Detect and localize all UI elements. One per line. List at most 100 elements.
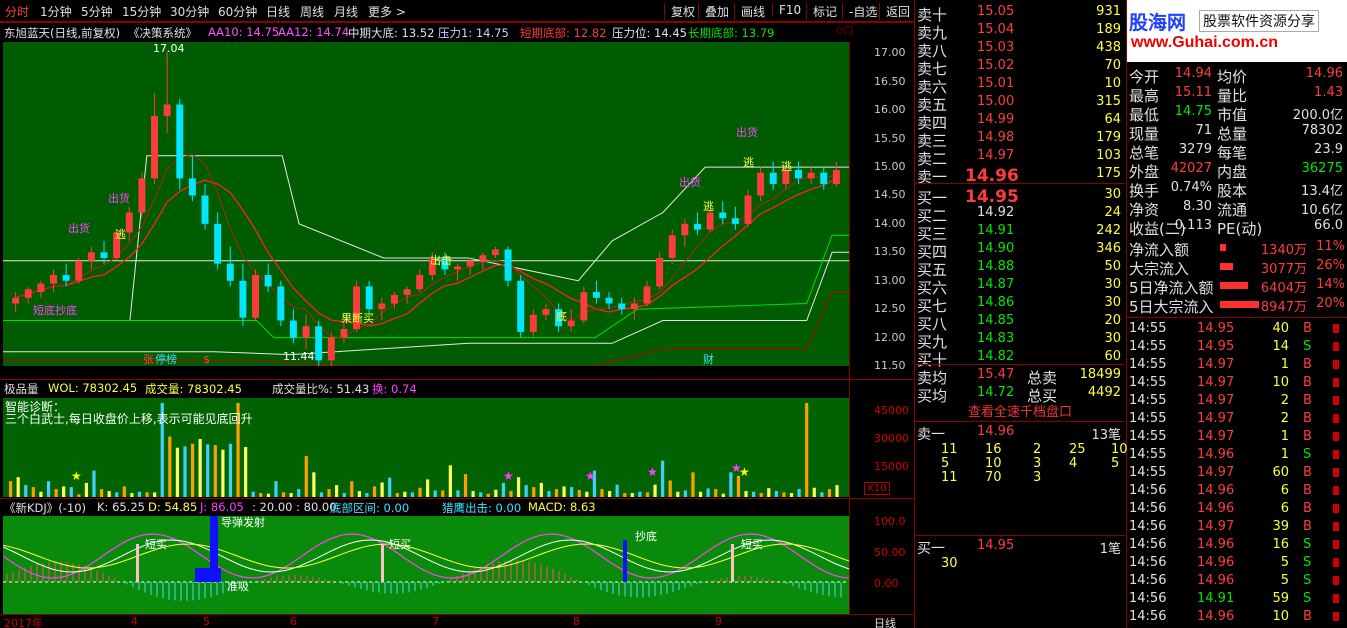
buy1-queue-row[interactable]: 30 (915, 555, 1125, 573)
draw-button[interactable]: 画线 (734, 3, 765, 20)
tab-daily[interactable]: 日线 (266, 3, 290, 20)
buy-level[interactable]: 买六 14.87 30 (915, 276, 1125, 297)
mark-button[interactable]: 标记 (806, 3, 837, 20)
volume-bar (304, 456, 308, 497)
back-button[interactable]: 返回 (879, 3, 910, 20)
sell-level[interactable]: 卖四 14.99 64 (915, 111, 1125, 132)
buy-level[interactable]: 买四 14.90 346 (915, 240, 1125, 261)
tick-row: 14:56 14.96 10 B (1127, 607, 1347, 626)
tab-5min[interactable]: 5分钟 (81, 3, 113, 20)
kdj-line (3, 533, 849, 579)
volume-bar (92, 470, 96, 497)
tick-row: 14:55 14.97 60 B (1127, 463, 1347, 482)
system-name: 《决策系统》 (128, 26, 197, 40)
volume-bar (805, 403, 809, 497)
buy-signal-bar (136, 544, 139, 582)
f10-button[interactable]: F10 (772, 3, 801, 17)
avg-sell-row[interactable]: 卖均 15.47 总卖 18499 (915, 366, 1125, 387)
overlay-button[interactable]: 叠加 (698, 3, 729, 20)
tab-more[interactable]: 更多 > (368, 3, 406, 20)
signal-bar (210, 516, 218, 576)
candlestick-chart[interactable]: 17.0411.44出货出货出货出货逃逃逃 逃出击底果断买短底抄底张 停榜 $ 财 (3, 42, 849, 366)
volume-bar (547, 491, 551, 497)
candle-body (188, 178, 196, 196)
buy1-queue-header[interactable]: 买一 14.95 1笔 (915, 537, 1125, 557)
volume-bar (820, 492, 824, 497)
volume-bar (668, 480, 672, 497)
tab-15min[interactable]: 15分钟 (122, 3, 161, 20)
collapse-icon[interactable]: ◇□ (836, 25, 853, 36)
sell-level[interactable]: 卖二 14.97 103 (915, 147, 1125, 168)
buy-level[interactable]: 买五 14.88 50 (915, 258, 1125, 279)
vol-tick-45000: 45000 (874, 404, 909, 417)
kdj-annotation: 抄底 (635, 529, 657, 543)
avg-buy-row[interactable]: 买均 14.72 总买 4492 (915, 384, 1125, 405)
level-volume: 50 (1104, 259, 1121, 274)
watchlist-button[interactable]: -自选 (842, 3, 877, 20)
volume-bar (183, 446, 187, 497)
sell1-queue-row[interactable]: 11 70 3 (915, 469, 1125, 487)
sell-level[interactable]: 卖一 14.96 175 (915, 165, 1125, 186)
kdj-annotation: 短买 (741, 537, 763, 551)
stock-title: 东旭蓝天(日线,前复权) (4, 26, 121, 40)
tab-30min[interactable]: 30分钟 (170, 3, 209, 20)
buy-level[interactable]: 买二 14.92 24 (915, 204, 1125, 225)
buy-level[interactable]: 买三 14.91 242 (915, 222, 1125, 243)
signal-bar (623, 540, 627, 582)
sell-level[interactable]: 卖七 15.02 70 (915, 57, 1125, 78)
volume-star-icon: ★ (71, 469, 82, 483)
tab-weekly[interactable]: 周线 (300, 3, 324, 20)
candle-body (706, 212, 714, 230)
quote-row: 换手 0.74% 股本 13.4亿 (1129, 180, 1343, 200)
candle-body (731, 218, 739, 224)
kdj-header: 《新KDJ》(-10) K: 65.25 D: 54.85 J: 86.05 :… (0, 499, 862, 516)
chart-annotation: 出货 (679, 175, 701, 189)
period-label[interactable]: 日线 (874, 615, 896, 628)
volume-bar (782, 492, 786, 497)
kdj-annotation: 准吸 (227, 580, 249, 593)
candle-body (365, 286, 373, 310)
sell1-queue-header[interactable]: 卖一 14.96 13笔 (915, 423, 1125, 443)
quote-row: 最低 14.75 市值 200.0亿 (1129, 104, 1343, 124)
sell-level[interactable]: 卖九 15.04 189 (915, 21, 1125, 42)
diagnosis-text: 三个白武士,每日收盘价上移,表示可能见底回升 (5, 412, 253, 426)
tab-fenshi[interactable]: 分时 (5, 3, 29, 20)
volume-bar (661, 460, 665, 497)
volume-bar (266, 493, 270, 497)
tab-1min[interactable]: 1分钟 (40, 3, 72, 20)
volume-bar (418, 487, 422, 497)
sell-level[interactable]: 卖八 15.03 438 (915, 39, 1125, 60)
chart-annotation: 出货 (736, 125, 758, 139)
buy-level[interactable]: 买八 14.85 20 (915, 312, 1125, 333)
volume-bar (706, 488, 710, 497)
volume-bar (645, 492, 650, 497)
volume-bar (433, 490, 437, 497)
sell-level[interactable]: 卖五 15.00 315 (915, 93, 1125, 114)
candle-body (315, 326, 323, 361)
tab-60min[interactable]: 60分钟 (218, 3, 257, 20)
buy-level[interactable]: 买一 14.95 30 (915, 186, 1125, 207)
buy-level[interactable]: 买七 14.86 30 (915, 294, 1125, 315)
sell-level[interactable]: 卖六 15.01 10 (915, 75, 1125, 96)
sell-level[interactable]: 卖三 14.98 179 (915, 129, 1125, 150)
volume-bar (835, 485, 839, 497)
volume-bar (24, 485, 28, 497)
volume-bar (812, 487, 816, 497)
kdj-chart[interactable]: 导弹发射短买 短买 抄底短买准吸 (3, 516, 849, 614)
bottom-zone-value: 底部区间: 0.00 (330, 501, 410, 515)
volume-bar (99, 489, 104, 497)
full-depth-button[interactable]: 查看全速千档盘口 (915, 401, 1125, 421)
sell-level[interactable]: 卖十 15.05 931 (915, 3, 1125, 24)
tab-monthly[interactable]: 月线 (334, 3, 358, 20)
fuquan-button[interactable]: 复权 (664, 3, 695, 20)
volume-bar (698, 491, 703, 497)
vol-tick-30000: 30000 (874, 432, 909, 445)
divider (915, 535, 1125, 536)
buy-level[interactable]: 买九 14.83 30 (915, 330, 1125, 351)
volume-bar (62, 486, 66, 497)
volume-bar (752, 491, 756, 497)
volume-bar (335, 485, 339, 497)
volume-bar (789, 493, 794, 497)
candle-body (75, 260, 83, 281)
kdj-annotation: 短买 (389, 537, 411, 551)
